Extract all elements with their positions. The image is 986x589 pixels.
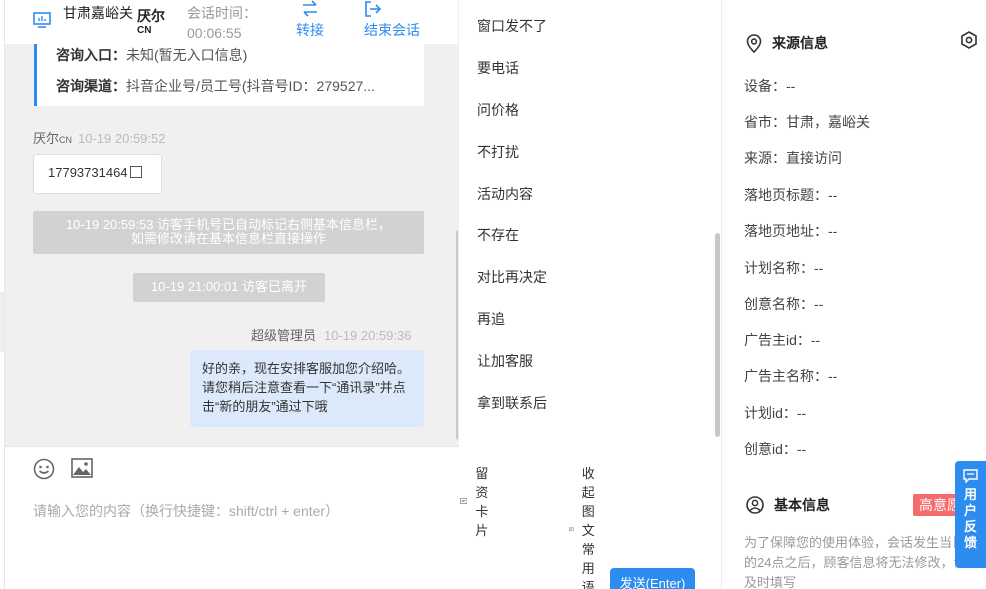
card-icon (460, 497, 468, 504)
quick-reply-item[interactable]: 窗口发不了 (477, 16, 547, 36)
quick-reply-item[interactable]: 拿到联系后 (477, 393, 547, 413)
copy-icon[interactable] (129, 166, 142, 178)
user-feedback-button[interactable]: 用 户 反 馈 (955, 461, 986, 568)
source-info-title: 来源信息 (746, 33, 828, 53)
end-session-label: 结束会话 (364, 22, 420, 38)
phrases-icon (569, 527, 574, 531)
transfer-button[interactable]: 转接 (296, 0, 324, 40)
source-field: 广告主名称：-- (744, 368, 838, 384)
quick-reply-item[interactable]: 问价格 (477, 100, 519, 120)
collapse-phrases-button[interactable]: 收起图文常用语 (569, 463, 607, 589)
quick-reply-item[interactable]: 对比再决定 (477, 267, 547, 287)
phone-number: 17793731464 (48, 165, 128, 180)
edit-notice: 为了保障您的使用体验，会话发生当日的24点之后，顾客信息将无法修改，请及时填写 (744, 535, 967, 589)
source-field: 广告主id：-- (744, 332, 821, 348)
end-session-button[interactable]: 结束会话 (364, 0, 420, 40)
quick-reply-item[interactable]: 活动内容 (477, 184, 533, 204)
source-field: 设备：-- (744, 78, 796, 94)
quick-reply-item[interactable]: 要电话 (477, 58, 519, 78)
exit-icon (365, 1, 382, 17)
source-field: 计划id：-- (744, 405, 807, 421)
image-icon[interactable] (71, 458, 93, 478)
source-field: 来源：直接访问 (744, 150, 842, 166)
monitor-icon (33, 12, 51, 28)
system-message: 10-19 20:59:53 访客手机号已自动标记右侧基本信息栏， 如需修改请在… (33, 211, 424, 254)
consult-entry: 咨询入口：未知(暂无入口信息) (56, 47, 248, 63)
emoji-icon[interactable] (33, 458, 55, 480)
chat-feedback-icon (963, 469, 978, 483)
chat-header: 甘肃嘉峪关 厌尔 CN 会话时间： 00:06:55 转接 结束会话 (5, 0, 459, 44)
agent-message-bubble: 好的亲，现在安排客服加您介绍哈。请您稍后注意查看一下“通讯录”并点击“新的朋友”… (190, 350, 424, 427)
quick-replies-scrollbar[interactable] (715, 233, 720, 437)
message-list[interactable]: 咨询入口：未知(暂无入口信息) 咨询渠道：抖音企业号/员工号(抖音号ID：279… (5, 44, 459, 446)
input-area: 留资卡片 收起图文常用语 请输入您的内容（换行快捷键：shift/ctrl + … (5, 446, 595, 589)
phone-message[interactable]: 17793731464 (33, 154, 162, 194)
send-button[interactable]: 发送(Enter) (610, 568, 695, 589)
visitor-left-message: 10-19 21:00:01 访客已离开 (133, 273, 325, 302)
consult-channel: 咨询渠道：抖音企业号/员工号(抖音号ID：279527... (56, 78, 375, 94)
visitor-info-panel: 来源信息 设备：-- 省市：甘肃，嘉峪关 来源：直接访问 落地页标题：-- 落地… (721, 0, 986, 589)
source-field: 创意名称：-- (744, 296, 824, 312)
quick-replies-panel: 窗口发不了 要电话 问价格 不打扰 活动内容 不存在 对比再决定 再追 让加客服… (458, 0, 721, 440)
quick-reply-item[interactable]: 不打扰 (477, 142, 519, 162)
session-time-value: 00:06:55 (187, 25, 242, 41)
user-circle-icon (746, 496, 764, 514)
transfer-icon (303, 0, 317, 17)
source-field: 创意id：-- (744, 441, 807, 457)
settings-hex-icon[interactable] (960, 31, 978, 49)
consult-info-card: 咨询入口：未知(暂无入口信息) 咨询渠道：抖音企业号/员工号(抖音号ID：279… (34, 44, 424, 106)
source-field: 计划名称：-- (744, 260, 824, 276)
source-field: 落地页地址：-- (744, 223, 838, 239)
source-field: 省市：甘肃，嘉峪关 (744, 114, 870, 130)
location-pin-icon (746, 33, 762, 53)
visitor-name-suffix: CN (137, 25, 152, 36)
quick-reply-item[interactable]: 让加客服 (477, 351, 533, 371)
transfer-label: 转接 (296, 22, 324, 38)
lead-card-button[interactable]: 留资卡片 (460, 463, 498, 539)
message-sender: 超级管理员 10-19 20:59:36 (251, 328, 412, 343)
message-sender: 厌尔CN 10-19 20:59:52 (33, 131, 166, 146)
quick-reply-item[interactable]: 再追 (477, 309, 505, 329)
basic-info-title: 基本信息 (746, 495, 830, 515)
message-input[interactable]: 请输入您的内容（换行快捷键：shift/ctrl + enter） (33, 501, 339, 521)
visitor-name: 厌尔 (137, 8, 165, 24)
quick-reply-item[interactable]: 不存在 (477, 225, 519, 245)
session-time-label: 会话时间： (187, 5, 257, 21)
chat-panel: 甘肃嘉峪关 厌尔 CN 会话时间： 00:06:55 转接 结束会话 咨询入口：… (4, 0, 595, 589)
visitor-location: 甘肃嘉峪关 (63, 5, 133, 21)
source-field: 落地页标题：-- (744, 187, 838, 203)
